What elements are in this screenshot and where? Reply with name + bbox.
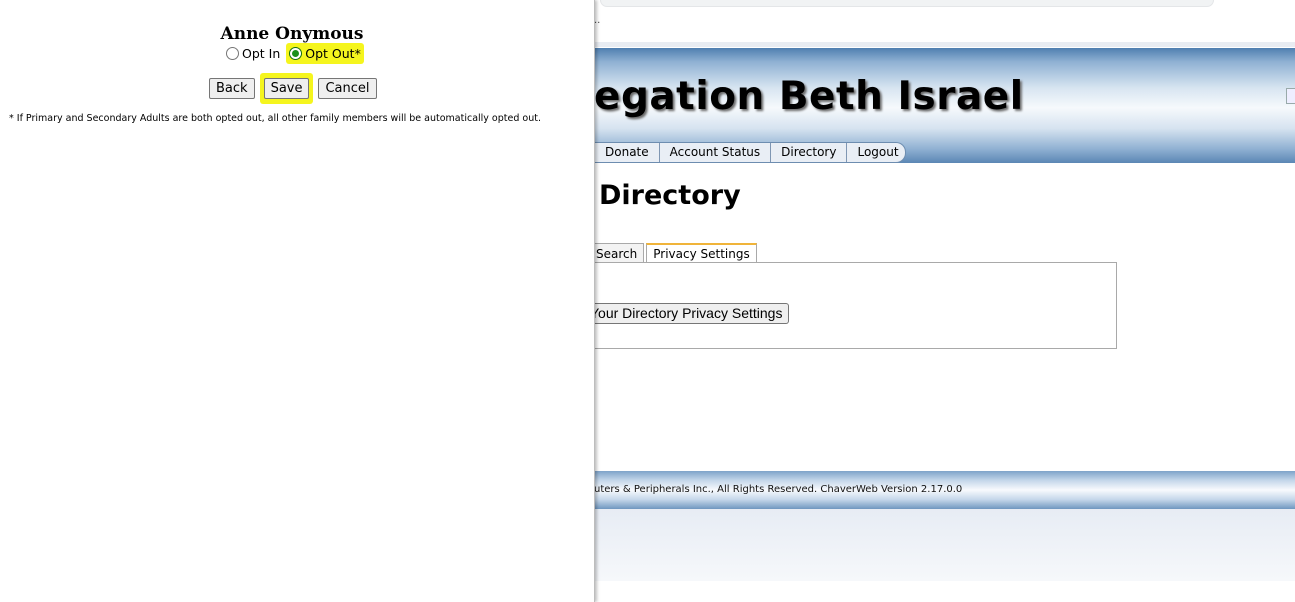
nav-item-account-status[interactable]: Account Status — [658, 143, 771, 162]
nav-item-directory[interactable]: Directory — [770, 143, 846, 162]
nav-item-donate[interactable]: Donate — [594, 143, 659, 162]
site-title: egation Beth Israel — [594, 74, 1024, 119]
opt-out-highlight: Opt Out* — [286, 42, 364, 64]
back-button[interactable]: Back — [209, 77, 255, 99]
broken-image-icon — [1286, 88, 1295, 104]
footer-area — [594, 509, 1295, 581]
tab-row: Search Privacy Settings — [594, 242, 759, 263]
tab-panel: Your Directory Privacy Settings — [590, 262, 1117, 349]
page-heading: Directory — [599, 180, 741, 211]
modal-button-row: Back Save Cancel — [209, 72, 377, 104]
main-nav: Donate Account Status Directory Logout — [594, 142, 906, 163]
save-button[interactable]: Save — [263, 77, 310, 99]
nav-item-logout[interactable]: Logout — [846, 143, 908, 162]
save-highlight: Save — [259, 72, 314, 104]
opt-out-label[interactable]: Opt Out* — [305, 46, 361, 61]
opt-out-footnote: * If Primary and Secondary Adults are bo… — [9, 113, 541, 124]
screen: .. egation Beth Israel Donate Account St… — [0, 0, 1295, 602]
opt-radio-group: Opt In Opt Out* — [226, 42, 364, 64]
footer-copyright: uters & Peripherals Inc., All Rights Res… — [594, 484, 963, 495]
browser-address-bar[interactable] — [600, 0, 1214, 7]
site-header-banner: egation Beth Israel Donate Account Statu… — [594, 48, 1295, 163]
directory-privacy-settings-button[interactable]: Your Directory Privacy Settings — [590, 303, 790, 324]
top-divider — [594, 42, 1295, 47]
privacy-modal: Anne Onymous Opt In Opt Out* Back Save C… — [0, 0, 595, 602]
opt-in-radio[interactable] — [226, 46, 239, 60]
tab-search[interactable]: Search — [594, 243, 645, 263]
tab-privacy-settings[interactable]: Privacy Settings — [646, 243, 757, 263]
opt-in-label[interactable]: Opt In — [242, 46, 280, 61]
person-name: Anne Onymous — [220, 24, 364, 44]
footer-bar: uters & Peripherals Inc., All Rights Res… — [594, 471, 1295, 509]
cancel-button[interactable]: Cancel — [318, 77, 377, 99]
opt-out-radio[interactable] — [289, 46, 303, 60]
